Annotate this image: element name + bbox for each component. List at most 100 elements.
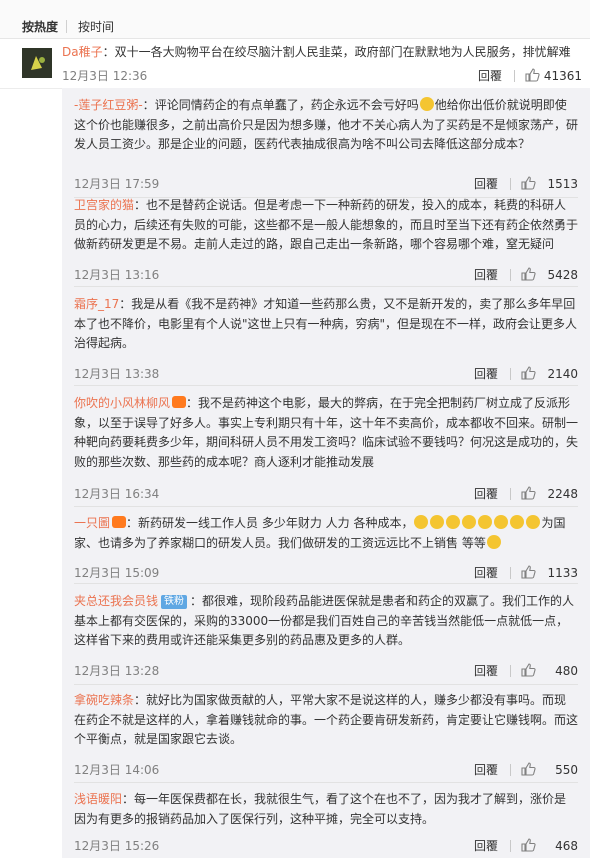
reply-text: 新药研发一线工作人员 多少年财力 人力 各种成本， (138, 516, 414, 530)
like-count: 2248 (547, 487, 578, 501)
crying-emoji-icon (494, 515, 509, 529)
reply-item: 你吹的小风林柳风 ：我不是药神这个电影，最大的弊病，在于完全把制药厂树立成了反派形… (74, 394, 578, 507)
crying-emoji-icon (478, 515, 493, 529)
reply-username[interactable]: 霜序_17 (74, 297, 119, 311)
reply-button[interactable]: 回覆 (474, 761, 498, 779)
reply-button[interactable]: 回覆 (474, 662, 498, 680)
meta-divider (510, 567, 511, 579)
thumbs-up-icon (521, 486, 536, 500)
comment-username[interactable]: Da稚子 (62, 45, 103, 59)
thumbs-up-icon (521, 366, 536, 380)
reply-username[interactable]: 夹总还我会员钱 (74, 594, 158, 608)
fan-badge-icon (172, 396, 187, 408)
top-comment: Da稚子：双十一各大购物平台在绞尽脑汁割人民韭菜，政府部门在默默地为人民服务，排… (0, 38, 590, 89)
like-button[interactable]: 2248 (520, 485, 578, 503)
fan-badge: 铁粉 (161, 595, 188, 609)
reply-button[interactable]: 回覆 (474, 266, 498, 284)
crying-emoji-icon (486, 534, 501, 549)
comment-text: 双十一各大购物平台在绞尽脑汁割人民韭菜，政府部门在默默地为人民服务，排忧解难 (114, 45, 571, 59)
like-button[interactable]: 2140 (520, 365, 578, 383)
like-button[interactable]: 41361 (524, 67, 582, 85)
thumbs-up-icon (521, 267, 536, 281)
emoji-icon (414, 515, 429, 529)
like-count: 480 (555, 664, 578, 678)
reply-meta: 12月3日 14:06 回覆 550 (74, 761, 578, 779)
crying-emoji-icon (510, 515, 525, 529)
emoji-icon (446, 515, 461, 529)
reply-item: -莲子红豆粥-：评论同情药企的有点单蠢了，药企永远不会亏好吗 他给你出低价就说明即… (74, 96, 578, 198)
like-button[interactable]: 1513 (520, 175, 578, 193)
reply-button[interactable]: 回覆 (474, 837, 498, 855)
divider (74, 583, 578, 584)
like-count: 41361 (543, 69, 582, 83)
like-button[interactable]: 1133 (520, 564, 578, 582)
reply-username[interactable]: 卫宫家的猫 (74, 198, 134, 212)
reply-button[interactable]: 回覆 (474, 564, 498, 582)
reply-username[interactable]: 拿碗吃辣条 (74, 693, 134, 707)
reply-meta: 12月3日 16:34 回覆 2248 (74, 485, 578, 503)
reply-button[interactable]: 回覆 (474, 175, 498, 193)
meta-divider (510, 178, 511, 190)
reply-time: 12月3日 14:06 (74, 763, 160, 777)
divider (74, 385, 578, 386)
comment-meta: 12月3日 12:36 回覆 41361 (62, 67, 582, 85)
meta-divider (510, 665, 511, 677)
fan-badge-icon (112, 516, 127, 528)
reply-text: 每一年医保费都在长，我就很生气，看了这个在也不了，因为我才了解到，涨价是因为有更… (74, 792, 567, 826)
reply-meta: 12月3日 15:26 回覆 468 (74, 837, 578, 855)
reply-item: 夹总还我会员钱 铁粉 ：都很难，现阶段药品能进医保就是患者和药企的双赢了。我们工作的… (74, 592, 578, 685)
like-count: 2140 (547, 367, 578, 381)
emoji-icon (419, 97, 434, 111)
reply-item: 卫宫家的猫：也不是替药企说话。但是考虑一下一种新药的研发，投入的成本，耗费的科研… (74, 196, 579, 287)
like-count: 1513 (547, 177, 578, 191)
reply-meta: 12月3日 15:09 回覆 1133 (74, 564, 578, 582)
reply-meta: 12月3日 13:38 回覆 2140 (74, 365, 578, 383)
reply-username[interactable]: 浅语暖阳 (74, 792, 122, 806)
divider (74, 684, 578, 685)
thumbs-up-icon (521, 663, 536, 677)
reply-text: 也不是替药企说话。但是考虑一下一种新药的研发，投入的成本，耗费的科研人员的心力，… (74, 198, 579, 252)
reply-button[interactable]: 回覆 (474, 365, 498, 383)
thumbs-up-icon (521, 838, 536, 852)
reply-username[interactable]: -莲子红豆粥- (74, 98, 143, 112)
meta-divider (510, 764, 511, 776)
sort-by-hot-tab[interactable]: 按热度 (22, 20, 58, 34)
meta-divider (510, 269, 511, 281)
reply-item: 一只圖 ：新药研发一线工作人员 多少年财力 人力 各种成本， 为国家、也请多为了养家… (74, 514, 578, 584)
avatar[interactable] (22, 48, 52, 78)
reply-time: 12月3日 16:34 (74, 487, 160, 501)
divider (74, 782, 578, 783)
emoji-icon (430, 515, 445, 529)
emoji-icon (462, 515, 477, 529)
reply-meta: 12月3日 17:59 回覆 1513 (74, 175, 578, 193)
reply-item: 霜序_17：我是从看《我不是药神》才知道一些药那么贵，又不是新开发的，卖了那么多… (74, 295, 578, 386)
reply-item: 拿碗吃辣条：就好比为国家做贡献的人，平常大家不是说这样的人，赚多少都没有事吗。而… (74, 691, 578, 783)
thumbs-up-icon (525, 68, 540, 82)
reply-time: 12月3日 13:16 (74, 268, 160, 282)
like-button[interactable]: 5428 (520, 266, 578, 284)
reply-button[interactable]: 回覆 (478, 67, 502, 85)
meta-divider (510, 840, 511, 852)
reply-username[interactable]: 一只圖 (74, 516, 110, 530)
like-count: 550 (555, 763, 578, 777)
reply-time: 12月3日 13:28 (74, 664, 160, 678)
reply-button[interactable]: 回覆 (474, 485, 498, 503)
divider (74, 286, 578, 287)
meta-divider (514, 70, 515, 82)
meta-divider (510, 488, 511, 500)
reply-meta: 12月3日 13:16 回覆 5428 (74, 266, 578, 284)
reply-item: 浅语暖阳：每一年医保费都在长，我就很生气，看了这个在也不了，因为我才了解到，涨价… (74, 792, 578, 853)
like-count: 468 (555, 839, 578, 853)
reply-time: 12月3日 15:09 (74, 566, 160, 580)
like-button[interactable]: 468 (520, 837, 578, 855)
sort-bar: 按热度 按时间 (0, 0, 590, 39)
reply-time: 12月3日 15:26 (74, 839, 160, 853)
reply-time: 12月3日 13:38 (74, 367, 160, 381)
reply-list: -莲子红豆粥-：评论同情药企的有点单蠢了，药企永远不会亏好吗 他给你出低价就说明即… (62, 88, 590, 858)
like-button[interactable]: 550 (520, 761, 578, 779)
sort-by-time-tab[interactable]: 按时间 (78, 20, 114, 34)
reply-username[interactable]: 你吹的小风林柳风 (74, 396, 170, 410)
like-button[interactable]: 480 (520, 662, 578, 680)
divider (74, 506, 578, 507)
meta-divider (510, 368, 511, 380)
